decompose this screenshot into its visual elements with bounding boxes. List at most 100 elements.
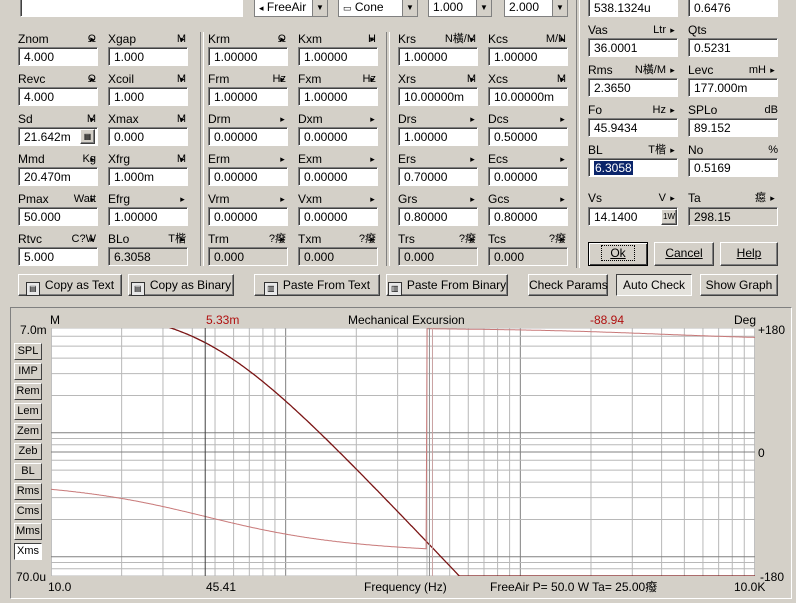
- vas-field[interactable]: 36.0001: [588, 38, 678, 57]
- dxm-spin[interactable]: ▸: [368, 113, 377, 125]
- levc-spin[interactable]: ▸: [768, 64, 777, 76]
- cone-select[interactable]: ▭ Cone ▼: [338, 0, 418, 17]
- xcoil-field[interactable]: 1.000: [108, 87, 188, 106]
- help-button[interactable]: Help: [720, 242, 778, 266]
- graph-spl-button[interactable]: SPL: [14, 343, 42, 360]
- graph-lem-button[interactable]: Lem: [14, 403, 42, 420]
- xcs-spin[interactable]: ▸: [558, 73, 567, 85]
- name-field[interactable]: [20, 0, 243, 17]
- auto-check-button[interactable]: Auto Check: [616, 274, 692, 296]
- drs-spin[interactable]: ▸: [468, 113, 477, 125]
- pmax-field[interactable]: 50.000: [18, 207, 98, 226]
- graph-cms-button[interactable]: Cms: [14, 503, 42, 520]
- erm-field[interactable]: 0.00000: [208, 167, 288, 186]
- xgap-spin[interactable]: ▸: [178, 33, 187, 45]
- kxm-spin[interactable]: ▸: [368, 33, 377, 45]
- chevron-down-icon[interactable]: ▼: [476, 0, 491, 16]
- graph-rem-button[interactable]: Rem: [14, 383, 42, 400]
- tcs-field[interactable]: 0.000: [488, 247, 568, 266]
- graph-bl-button[interactable]: BL: [14, 463, 42, 480]
- vxm-spin[interactable]: ▸: [368, 193, 377, 205]
- mode-select[interactable]: ◂ FreeAir ▼: [254, 0, 328, 17]
- grs-spin[interactable]: ▸: [468, 193, 477, 205]
- dxm-field[interactable]: 0.00000: [298, 127, 378, 146]
- chevron-down-icon[interactable]: ▼: [312, 0, 327, 16]
- ecs-field[interactable]: 0.00000: [488, 167, 568, 186]
- paste-from-binary-button[interactable]: ▥ Paste From Binary: [386, 274, 508, 296]
- levc-field[interactable]: 177.000m: [688, 78, 778, 97]
- copy-as-text-button[interactable]: ▤ Copy as Text: [18, 274, 122, 296]
- revc-spin[interactable]: ▸: [88, 73, 97, 85]
- one-watt-button[interactable]: 1W: [661, 209, 677, 225]
- revc-field[interactable]: 4.000: [18, 87, 98, 106]
- sd-spin[interactable]: ▸: [88, 113, 97, 125]
- rms-spin[interactable]: ▸: [668, 64, 677, 76]
- graph-zem-button[interactable]: Zem: [14, 423, 42, 440]
- ers-field[interactable]: 0.70000: [398, 167, 478, 186]
- exm-spin[interactable]: ▸: [368, 153, 377, 165]
- ta-field[interactable]: 298.15: [688, 207, 778, 226]
- blo-field[interactable]: 6.3058: [108, 247, 188, 266]
- pmax-spin[interactable]: ▸: [88, 193, 97, 205]
- vxm-field[interactable]: 0.00000: [298, 207, 378, 226]
- rtvc-field[interactable]: 5.000: [18, 247, 98, 266]
- dcs-field[interactable]: 0.50000: [488, 127, 568, 146]
- drm-field[interactable]: 0.00000: [208, 127, 288, 146]
- bl-spin[interactable]: ▸: [668, 144, 677, 156]
- grs-field[interactable]: 0.80000: [398, 207, 478, 226]
- efrg-spin[interactable]: ▸: [178, 193, 187, 205]
- graph-rms-button[interactable]: Rms: [14, 483, 42, 500]
- kxm-field[interactable]: 1.00000: [298, 47, 378, 66]
- vrm-field[interactable]: 0.00000: [208, 207, 288, 226]
- calculator-icon[interactable]: ▦: [80, 129, 95, 144]
- krm-field[interactable]: 1.00000: [208, 47, 288, 66]
- xrs-field[interactable]: 10.00000m: [398, 87, 478, 106]
- blo-spin[interactable]: ▸: [178, 233, 187, 245]
- ta-spin[interactable]: ▸: [768, 192, 777, 204]
- tcs-spin[interactable]: ▸: [558, 233, 567, 245]
- kcs-field[interactable]: 1.00000: [488, 47, 568, 66]
- chevron-down-icon[interactable]: ▼: [402, 0, 417, 16]
- bl-field[interactable]: 6.3058: [588, 158, 678, 177]
- krm-spin[interactable]: ▸: [278, 33, 287, 45]
- qts-field[interactable]: 0.5231: [688, 38, 778, 57]
- trs-spin[interactable]: ▸: [468, 233, 477, 245]
- znom-spin[interactable]: ▸: [88, 33, 97, 45]
- fo-field[interactable]: 45.9434: [588, 118, 678, 137]
- trs-field[interactable]: 0.000: [398, 247, 478, 266]
- frm-spin[interactable]: ▸: [278, 73, 287, 85]
- splo-field[interactable]: 89.152: [688, 118, 778, 137]
- trm-spin[interactable]: ▸: [278, 233, 287, 245]
- xcoil-spin[interactable]: ▸: [178, 73, 187, 85]
- mmd-spin[interactable]: ▸: [88, 153, 97, 165]
- show-graph-button[interactable]: Show Graph: [700, 274, 778, 296]
- frm-field[interactable]: 1.00000: [208, 87, 288, 106]
- chevron-down-icon[interactable]: ▼: [552, 0, 567, 16]
- vs-spin[interactable]: ▸: [668, 192, 677, 204]
- vrm-spin[interactable]: ▸: [278, 193, 287, 205]
- trm-field[interactable]: 0.000: [208, 247, 288, 266]
- dcs-spin[interactable]: ▸: [558, 113, 567, 125]
- xmax-field[interactable]: 0.000: [108, 127, 188, 146]
- top-value-2[interactable]: 0.6476: [688, 0, 778, 17]
- efrg-field[interactable]: 1.00000: [108, 207, 188, 226]
- xfrg-field[interactable]: 1.000m: [108, 167, 188, 186]
- xfrg-spin[interactable]: ▸: [178, 153, 187, 165]
- top-value-1[interactable]: 538.1324u: [588, 0, 678, 17]
- graph-zeb-button[interactable]: Zeb: [14, 443, 42, 460]
- xmax-spin[interactable]: ▸: [178, 113, 187, 125]
- mmd-field[interactable]: 20.470m: [18, 167, 98, 186]
- graph-mms-button[interactable]: Mms: [14, 523, 42, 540]
- fxm-field[interactable]: 1.00000: [298, 87, 378, 106]
- copy-as-binary-button[interactable]: ▤ Copy as Binary: [128, 274, 234, 296]
- ecs-spin[interactable]: ▸: [558, 153, 567, 165]
- rms-field[interactable]: 2.3650: [588, 78, 678, 97]
- excursion-plot[interactable]: [51, 328, 755, 576]
- graph-xms-button[interactable]: Xms: [14, 543, 42, 560]
- value2-select[interactable]: 2.000 ▼: [504, 0, 568, 17]
- krs-field[interactable]: 1.00000: [398, 47, 478, 66]
- no-field[interactable]: 0.5169: [688, 158, 778, 177]
- rtvc-spin[interactable]: ▸: [88, 233, 97, 245]
- kcs-spin[interactable]: ▸: [558, 33, 567, 45]
- txm-spin[interactable]: ▸: [368, 233, 377, 245]
